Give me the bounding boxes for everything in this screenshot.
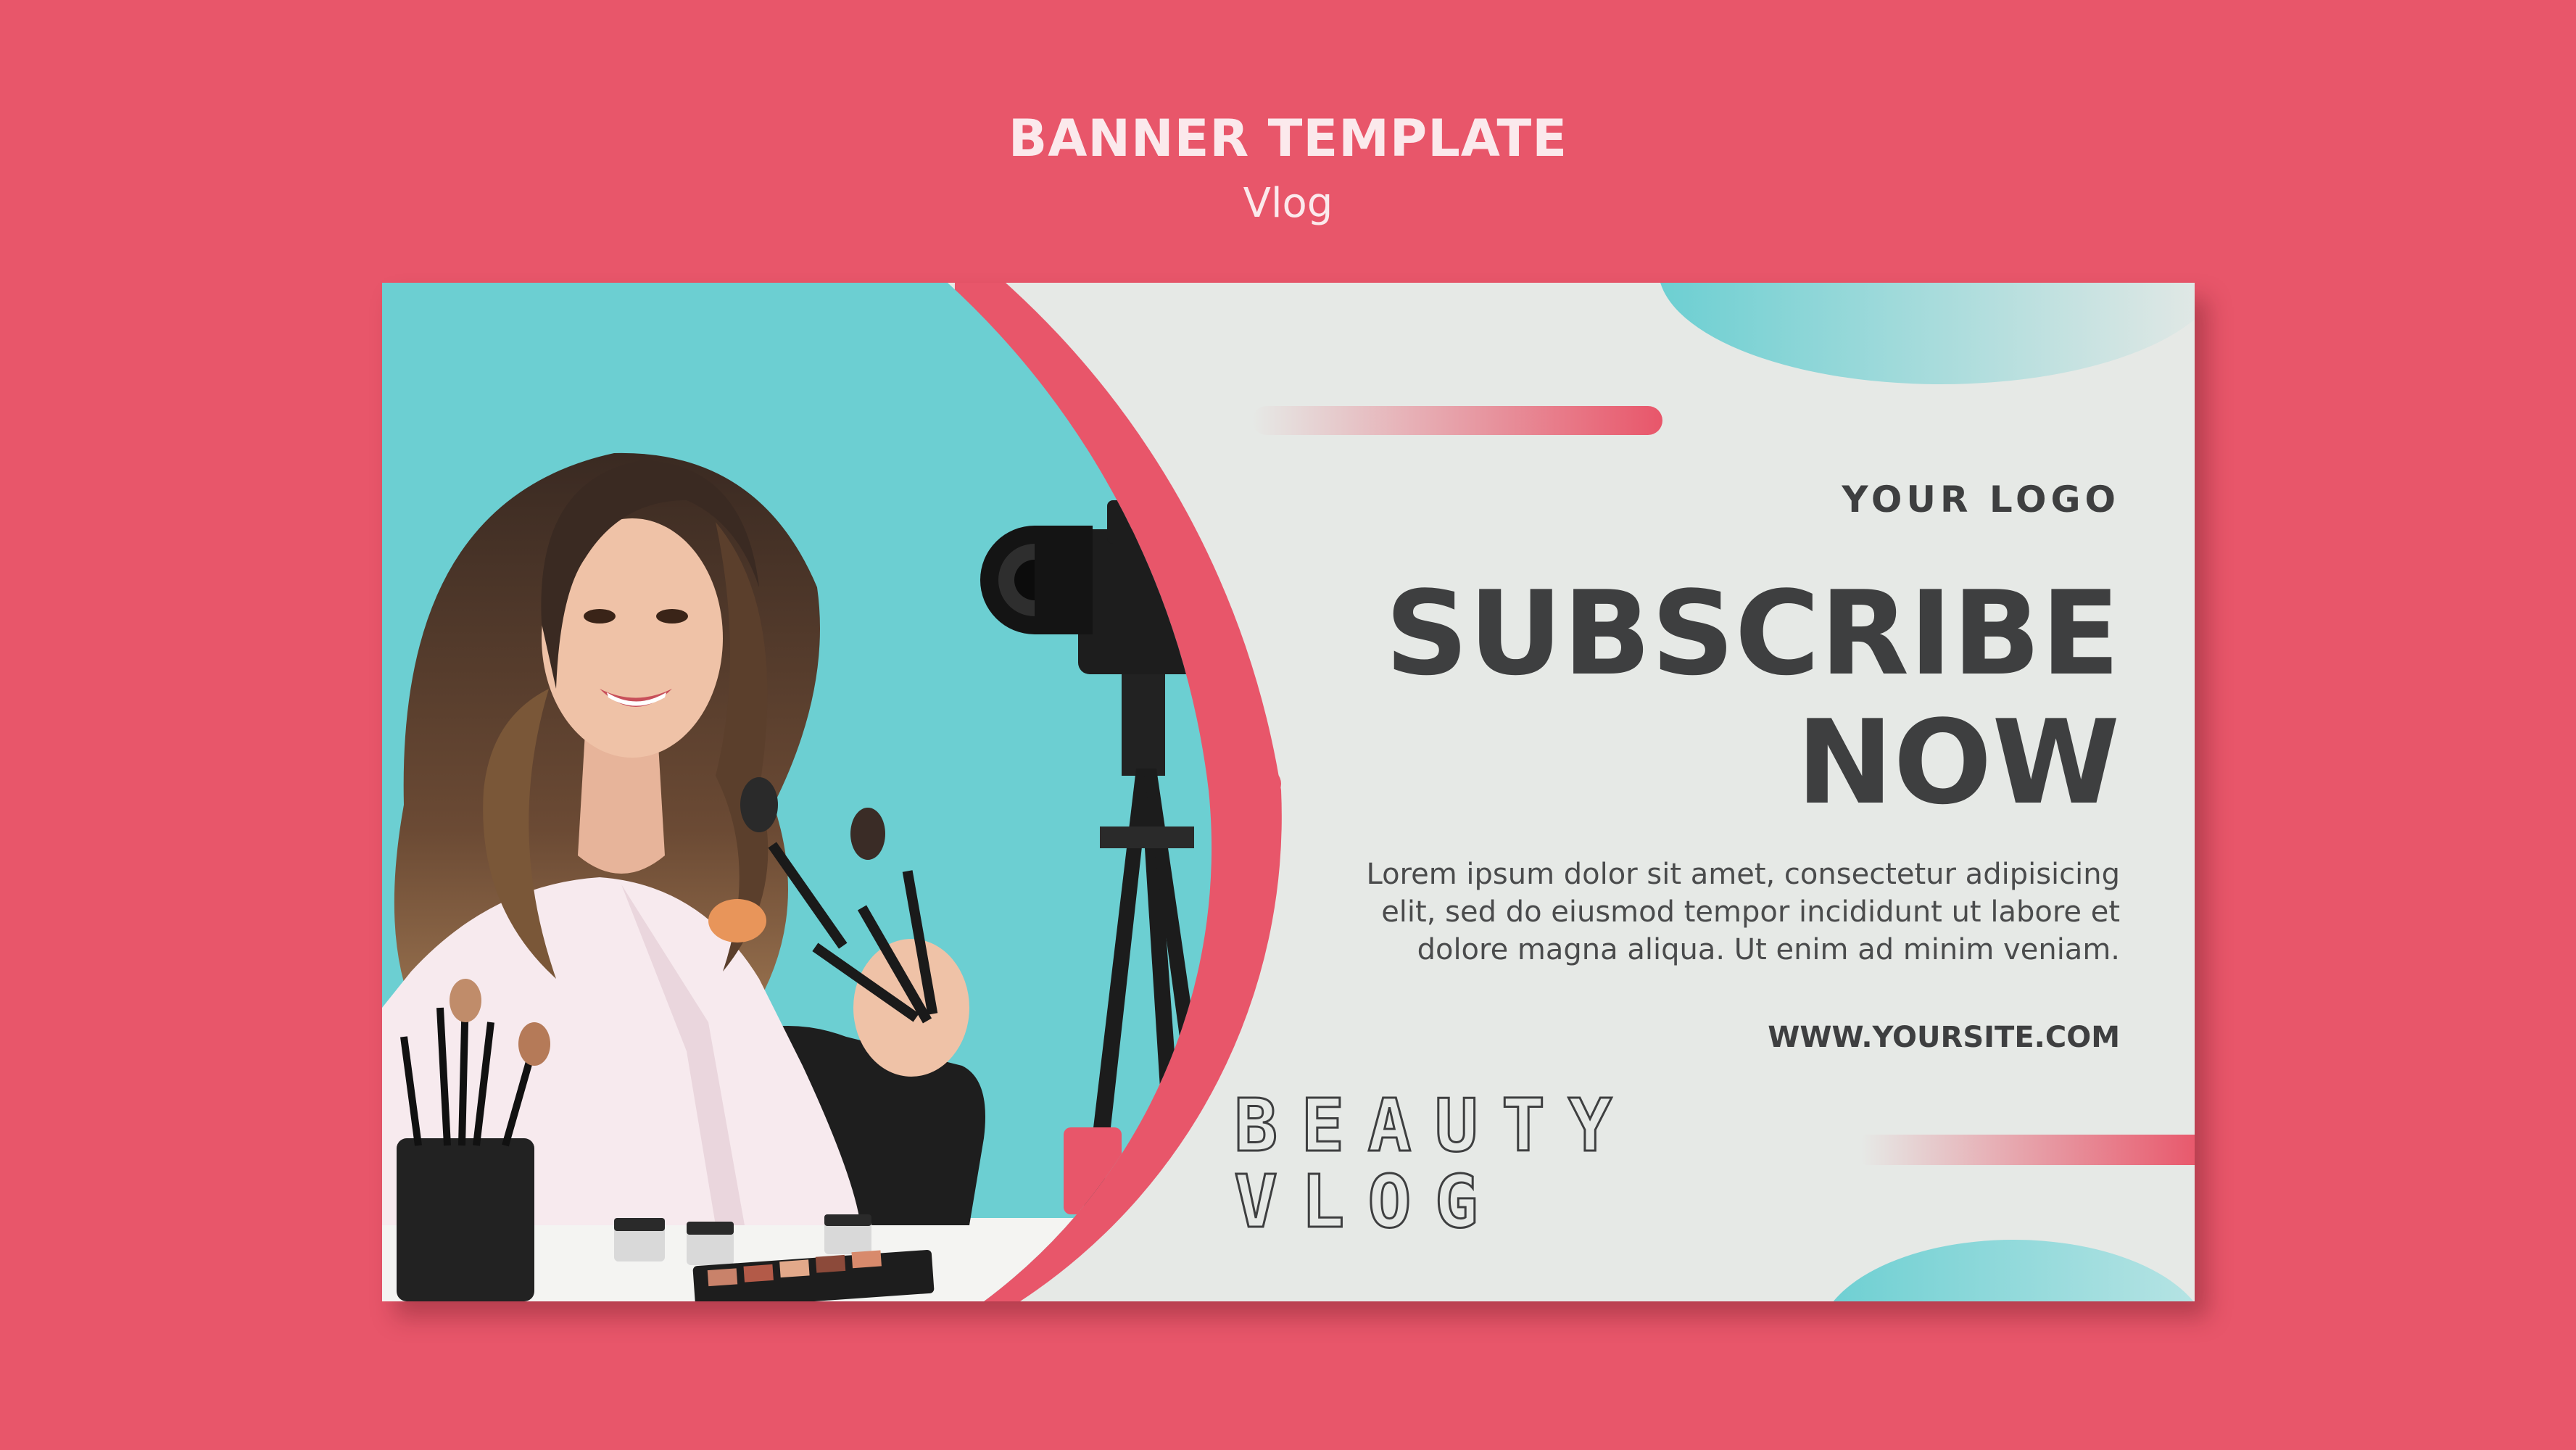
body-line-1: Lorem ipsum dolor sit amet, consectetur … bbox=[1366, 858, 2120, 891]
banner-text-block: YOUR LOGO SUBSCRIBE NOW Lorem ipsum dolo… bbox=[1322, 283, 2120, 1301]
vlogger-photo bbox=[382, 283, 1282, 1301]
body-copy: Lorem ipsum dolor sit amet, consectetur … bbox=[1359, 856, 2120, 969]
headline-line-2: NOW bbox=[1796, 695, 2120, 830]
banner: BEAUTY VLOG YOUR LOGO SUBSCRIBE NOW Lore… bbox=[382, 283, 2195, 1301]
website-link[interactable]: WWW.YOURSITE.COM bbox=[1768, 1021, 2120, 1054]
headline: SUBSCRIBE NOW bbox=[1385, 569, 2120, 827]
logo-placeholder: YOUR LOGO bbox=[1842, 478, 2120, 521]
headline-line-1: SUBSCRIBE bbox=[1385, 566, 2120, 701]
page: BANNER TEMPLATE Vlog BEAUTY VLOG YOUR LO… bbox=[0, 0, 2576, 1450]
template-title: BANNER TEMPLATE bbox=[1008, 109, 1568, 168]
template-subtitle: Vlog bbox=[1243, 180, 1333, 227]
body-line-3: dolore magna aliqua. Ut enim ad minim ve… bbox=[1417, 933, 2120, 966]
body-line-2: elit, sed do eiusmod tempor incididunt u… bbox=[1381, 895, 2120, 929]
